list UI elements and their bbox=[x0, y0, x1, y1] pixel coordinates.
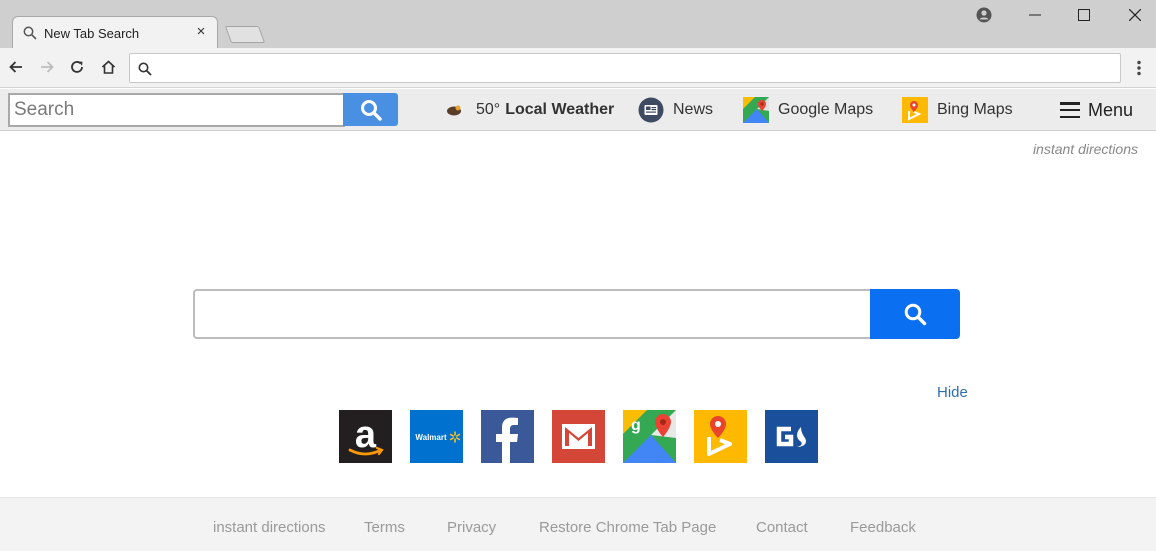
bing-maps-label: Bing Maps bbox=[937, 101, 1013, 118]
google-maps-label: Google Maps bbox=[778, 101, 874, 118]
google-maps-icon bbox=[743, 97, 769, 123]
bing-maps-button[interactable]: Bing Maps bbox=[902, 96, 1013, 124]
amazon-icon: a bbox=[339, 410, 392, 463]
toolbar-search-input[interactable] bbox=[8, 93, 345, 127]
menu-label: Menu bbox=[1088, 99, 1134, 120]
tab-strip: New Tab Search × bbox=[0, 0, 1156, 49]
search-icon bbox=[904, 303, 927, 326]
svg-text:a: a bbox=[355, 414, 377, 456]
profile-icon[interactable] bbox=[973, 4, 995, 26]
walmart-icon: Walmart bbox=[410, 410, 463, 463]
footer-contact-link[interactable]: Contact bbox=[756, 519, 808, 536]
walmart-tile[interactable]: Walmart bbox=[410, 410, 463, 463]
weather-icon bbox=[441, 97, 467, 123]
google-maps-icon: g bbox=[623, 410, 676, 463]
news-button[interactable]: News bbox=[638, 96, 713, 124]
tab-title: New Tab Search bbox=[44, 26, 140, 41]
news-icon bbox=[638, 97, 664, 123]
bing-maps-icon bbox=[902, 97, 928, 123]
gmail-tile[interactable] bbox=[552, 410, 605, 463]
local-weather-button[interactable]: 50° Local Weather bbox=[441, 96, 614, 124]
forward-icon[interactable] bbox=[37, 57, 57, 77]
bing-maps-icon bbox=[694, 410, 747, 463]
google-maps-button[interactable]: Google Maps bbox=[743, 96, 873, 124]
svg-text:g: g bbox=[631, 417, 641, 434]
maximize-icon[interactable] bbox=[1073, 4, 1095, 26]
footer: instant directions Terms Privacy Restore… bbox=[0, 497, 1156, 551]
amazon-tile[interactable]: a bbox=[339, 410, 392, 463]
minimize-icon[interactable] bbox=[1024, 4, 1046, 26]
weather-temp: 50° bbox=[476, 101, 501, 118]
tab-close-icon[interactable]: × bbox=[193, 24, 209, 40]
reload-icon[interactable] bbox=[67, 57, 87, 77]
toolbar-search-button[interactable] bbox=[343, 93, 398, 126]
close-window-icon[interactable] bbox=[1124, 4, 1146, 26]
walmart-logo-text: Walmart bbox=[415, 433, 447, 442]
gs-icon bbox=[765, 410, 818, 463]
weather-label: Local Weather bbox=[505, 101, 615, 118]
news-label: News bbox=[673, 101, 714, 118]
more-menu-icon[interactable] bbox=[1132, 58, 1146, 78]
gmail-icon bbox=[552, 410, 605, 463]
footer-feedback-link[interactable]: Feedback bbox=[850, 519, 916, 536]
gs-tile[interactable] bbox=[765, 410, 818, 463]
home-icon[interactable] bbox=[98, 57, 118, 77]
instant-directions-brand[interactable]: instant directions bbox=[1033, 141, 1138, 157]
shortcut-tiles: a Walmart g bbox=[339, 410, 836, 463]
footer-instant-directions-link[interactable]: instant directions bbox=[213, 519, 326, 536]
search-icon bbox=[138, 62, 152, 76]
address-input[interactable] bbox=[160, 58, 1110, 78]
google-maps-tile[interactable]: g bbox=[623, 410, 676, 463]
browser-tab[interactable]: New Tab Search × bbox=[12, 16, 218, 49]
search-icon bbox=[23, 26, 37, 40]
facebook-icon bbox=[481, 410, 534, 463]
back-icon[interactable] bbox=[6, 57, 26, 77]
footer-privacy-link[interactable]: Privacy bbox=[447, 519, 496, 536]
facebook-tile[interactable] bbox=[481, 410, 534, 463]
bing-maps-tile[interactable] bbox=[694, 410, 747, 463]
extension-toolbar: 50° Local Weather News bbox=[0, 89, 1156, 131]
search-icon bbox=[360, 99, 382, 121]
browser-toolbar bbox=[0, 48, 1156, 88]
new-tab-button[interactable] bbox=[224, 26, 266, 43]
main-search-input[interactable] bbox=[193, 289, 871, 339]
footer-terms-link[interactable]: Terms bbox=[364, 519, 405, 536]
hide-tiles-link[interactable]: Hide bbox=[937, 384, 968, 401]
main-search-button[interactable] bbox=[870, 289, 960, 339]
hamburger-icon bbox=[1060, 102, 1080, 118]
footer-restore-chrome-tab-link[interactable]: Restore Chrome Tab Page bbox=[539, 519, 716, 536]
menu-button[interactable]: Menu bbox=[1060, 96, 1133, 124]
address-bar[interactable] bbox=[129, 53, 1121, 83]
